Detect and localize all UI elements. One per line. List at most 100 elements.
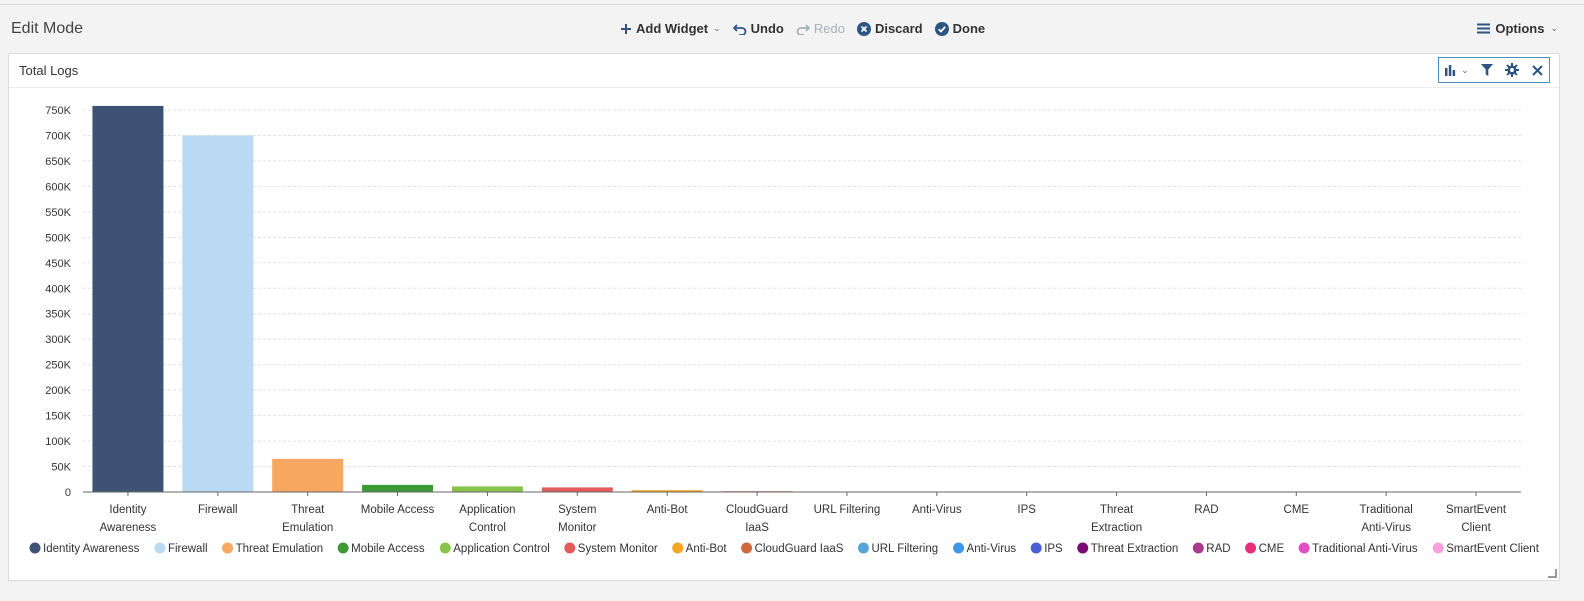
x-tick-label: Application bbox=[459, 504, 515, 516]
legend-item: RAD bbox=[1206, 543, 1230, 555]
x-tick-label: Traditional bbox=[1360, 504, 1413, 516]
y-tick-label: 0 bbox=[65, 487, 71, 499]
x-tick-label: Monitor bbox=[558, 522, 597, 534]
y-tick-label: 450K bbox=[45, 258, 71, 270]
x-tick-label: Threat bbox=[291, 504, 325, 516]
legend-swatch bbox=[857, 542, 869, 554]
options-menu-button[interactable]: Options ⌄ bbox=[1477, 21, 1558, 36]
bar bbox=[182, 135, 254, 492]
settings-button[interactable] bbox=[1505, 63, 1520, 77]
widget-toolbar: ⌄ bbox=[1438, 57, 1550, 83]
x-tick-label: URL Filtering bbox=[814, 504, 881, 516]
redo-button[interactable]: Redo bbox=[796, 21, 845, 36]
y-tick-label: 600K bbox=[45, 181, 71, 193]
x-tick-label: Firewall bbox=[198, 504, 238, 516]
discard-label: Discard bbox=[874, 21, 923, 36]
x-tick-label: Awareness bbox=[100, 522, 157, 534]
legend-item: CloudGuard IaaS bbox=[755, 543, 844, 555]
y-tick-label: 650K bbox=[45, 156, 71, 168]
x-tick-label: Control bbox=[469, 522, 506, 534]
legend-item: SmartEvent Client bbox=[1446, 543, 1539, 555]
y-tick-label: 100K bbox=[45, 436, 71, 448]
y-tick-label: 300K bbox=[45, 334, 71, 346]
legend-swatch bbox=[1245, 542, 1257, 554]
x-tick-label: Anti-Virus bbox=[1361, 522, 1411, 534]
legend-swatch bbox=[1192, 542, 1204, 554]
bar bbox=[362, 484, 434, 492]
legend-item: Threat Emulation bbox=[236, 543, 324, 555]
undo-button[interactable]: Undo bbox=[732, 21, 784, 36]
undo-icon bbox=[732, 23, 747, 35]
legend-item: IPS bbox=[1044, 543, 1063, 555]
done-button[interactable]: Done bbox=[934, 21, 986, 36]
toolbar-actions: Add Widget ⌄ Undo Redo Discard Done bbox=[620, 21, 985, 36]
x-tick-label: SmartEvent bbox=[1446, 504, 1507, 516]
x-tick-label: CloudGuard bbox=[726, 504, 788, 516]
plus-icon bbox=[621, 23, 631, 34]
edit-mode-toolbar: Edit Mode Add Widget ⌄ Undo Redo Discard… bbox=[0, 5, 1584, 53]
legend-item: Anti-Bot bbox=[686, 543, 728, 555]
bar bbox=[451, 486, 523, 492]
legend-item: Application Control bbox=[453, 543, 550, 555]
x-tick-label: IPS bbox=[1017, 504, 1036, 516]
legend-swatch bbox=[29, 542, 41, 554]
add-widget-label: Add Widget bbox=[636, 21, 709, 36]
legend-item: Anti-Virus bbox=[967, 543, 1017, 555]
x-tick-label: Anti-Bot bbox=[647, 504, 689, 516]
widget-header: Total Logs ⌄ bbox=[9, 54, 1559, 88]
chevron-down-icon: ⌄ bbox=[1461, 64, 1469, 75]
filter-button[interactable] bbox=[1481, 64, 1494, 76]
x-tick-label: IaaS bbox=[745, 522, 769, 534]
legend-item: Identity Awareness bbox=[43, 543, 140, 555]
legend-item: System Monitor bbox=[578, 543, 658, 555]
gear-icon bbox=[1505, 63, 1520, 77]
close-icon bbox=[1532, 64, 1543, 76]
bar bbox=[92, 105, 164, 492]
y-tick-label: 150K bbox=[45, 411, 71, 423]
y-tick-label: 200K bbox=[45, 385, 71, 397]
total-logs-widget[interactable]: 0 50K 100K 150K 200K 250K 300K 350K 400K 450K 500K… bbox=[8, 53, 1560, 581]
bar bbox=[541, 487, 613, 492]
add-widget-button[interactable]: Add Widget ⌄ bbox=[620, 21, 721, 36]
x-tick-label: Anti-Virus bbox=[912, 504, 962, 516]
x-tick-label: Client bbox=[1461, 522, 1491, 534]
redo-icon bbox=[796, 23, 810, 35]
legend-swatch bbox=[953, 542, 965, 554]
y-tick-label: 700K bbox=[45, 130, 71, 142]
x-tick-label: Emulation bbox=[282, 522, 333, 534]
done-label: Done bbox=[952, 21, 986, 36]
x-tick-label: Extraction bbox=[1091, 522, 1142, 534]
x-tick-label: Identity bbox=[109, 504, 146, 516]
close-widget-button[interactable] bbox=[1532, 64, 1543, 76]
legend-swatch bbox=[1077, 542, 1089, 554]
chart-type-button[interactable]: ⌄ bbox=[1445, 64, 1469, 76]
chevron-down-icon: ⌄ bbox=[713, 23, 721, 33]
discard-icon bbox=[856, 21, 871, 36]
legend-swatch bbox=[1432, 542, 1444, 554]
redo-label: Redo bbox=[813, 21, 845, 36]
legend-swatch bbox=[564, 542, 576, 554]
options-label: Options bbox=[1495, 21, 1545, 36]
widget-title: Total Logs bbox=[19, 63, 79, 78]
resize-handle[interactable] bbox=[1548, 569, 1557, 578]
hamburger-icon bbox=[1477, 23, 1491, 34]
y-tick-label: 350K bbox=[45, 309, 71, 321]
legend-item: Threat Extraction bbox=[1091, 543, 1179, 555]
legend-swatch bbox=[154, 542, 166, 554]
x-tick-label: Threat bbox=[1100, 504, 1134, 516]
legend-swatch bbox=[222, 542, 234, 554]
x-tick-label: System bbox=[558, 504, 596, 516]
y-tick-label: 500K bbox=[45, 232, 71, 244]
legend-item: URL Filtering bbox=[871, 543, 938, 555]
x-tick-label: RAD bbox=[1194, 504, 1218, 516]
legend-swatch bbox=[1298, 542, 1310, 554]
filter-icon bbox=[1481, 64, 1494, 76]
legend-item: Mobile Access bbox=[351, 543, 425, 555]
check-circle-icon bbox=[934, 21, 949, 36]
legend-item: CME bbox=[1259, 543, 1285, 555]
legend-swatch bbox=[1030, 542, 1042, 554]
y-tick-label: 250K bbox=[45, 360, 71, 372]
undo-label: Undo bbox=[750, 21, 784, 36]
chevron-down-icon: ⌄ bbox=[1550, 23, 1558, 33]
discard-button[interactable]: Discard bbox=[856, 21, 923, 36]
